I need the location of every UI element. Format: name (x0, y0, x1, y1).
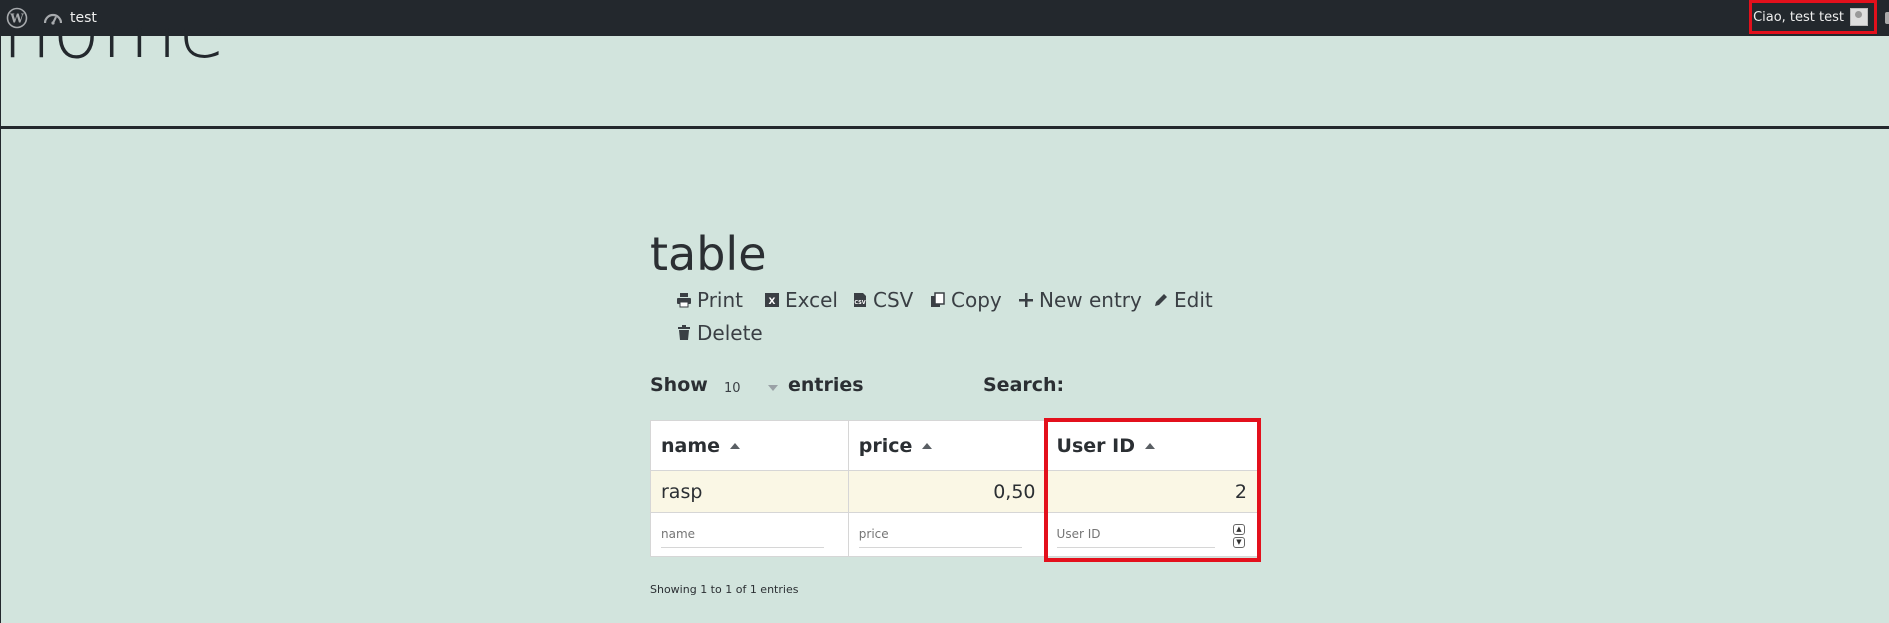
plus-icon (1019, 293, 1033, 307)
edit-label: Edit (1174, 288, 1213, 312)
svg-text:W: W (9, 12, 24, 26)
price-filter-input[interactable] (858, 521, 1022, 548)
copy-button[interactable]: Copy (930, 288, 1002, 312)
csv-file-icon: CSV (854, 293, 866, 307)
left-border (0, 36, 1, 623)
data-table: name price User ID rasp 0,50 2 ▲ ▼ (650, 420, 1259, 557)
delete-label: Delete (697, 321, 763, 345)
avatar (1850, 8, 1868, 26)
filter-row: ▲ ▼ (650, 512, 1259, 557)
stepper-up-icon[interactable]: ▲ (1233, 524, 1245, 535)
header-divider (0, 126, 1889, 129)
new-entry-label: New entry (1039, 288, 1142, 312)
column-header-price[interactable]: price (847, 420, 1047, 471)
cell-price[interactable]: 0,50 (847, 470, 1047, 513)
print-button[interactable]: Print (676, 288, 743, 312)
data-table-container: name price User ID rasp 0,50 2 ▲ ▼ (650, 420, 1259, 557)
stepper-down-icon[interactable]: ▼ (1233, 537, 1245, 548)
svg-text:X: X (769, 297, 776, 307)
admin-bar-site-name: test (70, 10, 97, 26)
pencil-icon (1155, 294, 1167, 306)
table-header-row: name price User ID (650, 420, 1259, 471)
table-info: Showing 1 to 1 of 1 entries (650, 583, 799, 596)
filter-cell-user-id: ▲ ▼ (1045, 512, 1259, 557)
excel-icon: X (765, 293, 779, 307)
csv-button[interactable]: CSV CSV (852, 288, 913, 312)
copy-icon (931, 292, 945, 307)
sort-asc-icon (922, 443, 933, 449)
filter-cell-name (650, 512, 849, 557)
account-menu[interactable]: Ciao, test test (1749, 0, 1877, 34)
name-filter-input[interactable] (661, 521, 824, 548)
wordpress-logo-icon[interactable]: W (6, 7, 28, 29)
filter-cell-price (847, 512, 1047, 557)
page-length-value: 10 (724, 380, 741, 396)
page-length-select[interactable]: 10 (718, 376, 782, 400)
show-label: Show (650, 374, 708, 396)
edit-button[interactable]: Edit (1153, 288, 1213, 312)
table-row[interactable]: rasp 0,50 2 (650, 470, 1259, 513)
account-greeting: Ciao, test test (1753, 9, 1844, 25)
cell-name[interactable]: rasp (650, 470, 849, 513)
chevron-down-icon (768, 385, 778, 391)
page-title: table (650, 227, 767, 281)
new-entry-button[interactable]: New entry (1018, 288, 1142, 312)
print-label: Print (697, 288, 744, 312)
excel-button[interactable]: X Excel (764, 288, 838, 312)
svg-text:CSV: CSV (854, 300, 865, 306)
admin-bar: W test Ciao, test test (0, 0, 1889, 36)
delete-button[interactable]: Delete (676, 321, 763, 345)
csv-label: CSV (873, 288, 914, 312)
column-header-name[interactable]: name (650, 420, 849, 471)
dashboard-icon (44, 13, 62, 25)
user-id-filter-input[interactable] (1056, 521, 1215, 548)
entries-label: entries (788, 374, 864, 396)
sort-asc-icon (730, 443, 741, 449)
trash-icon (678, 325, 690, 340)
sort-asc-icon (1144, 443, 1155, 449)
cell-user-id[interactable]: 2 (1045, 470, 1259, 513)
column-header-user-id[interactable]: User ID (1045, 420, 1259, 471)
search-toggle-icon[interactable] (1885, 12, 1889, 24)
excel-label: Excel (785, 288, 838, 312)
number-stepper[interactable]: ▲ ▼ (1233, 524, 1245, 548)
copy-label: Copy (951, 288, 1002, 312)
search-label: Search: (983, 374, 1065, 396)
print-icon (677, 293, 691, 308)
